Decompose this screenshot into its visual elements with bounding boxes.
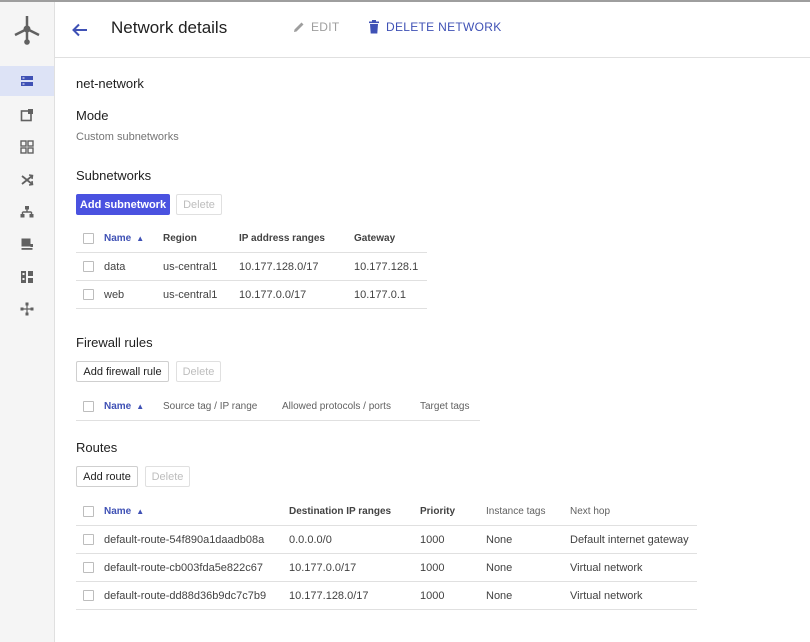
subnet-name[interactable]: data [104, 253, 125, 281]
column-header-next-hop: Next hop [570, 506, 611, 517]
column-header-name[interactable]: Name ▲ [104, 393, 144, 421]
column-header-name[interactable]: Name ▲ [104, 225, 144, 253]
column-header-region: Region [163, 233, 197, 244]
network-name: net-network [76, 76, 144, 91]
sidebar-item-cloud-dns[interactable] [0, 262, 54, 292]
edit-button[interactable]: EDIT [292, 20, 340, 34]
route-instance-tags: None [486, 534, 513, 546]
route-name[interactable]: default-route-dd88d36b9dc7c7b9 [104, 582, 266, 610]
column-header-destination: Destination IP ranges [289, 506, 392, 517]
subnet-gateway: 10.177.128.1 [354, 261, 419, 273]
route-destination: 0.0.0.0/0 [289, 534, 332, 546]
route-next-hop: Default internet gateway [570, 534, 689, 546]
sidebar-item-load-balancing[interactable] [0, 197, 54, 227]
firewall-heading: Firewall rules [76, 335, 153, 350]
route-priority: 1000 [420, 534, 445, 546]
delete-network-button[interactable]: DELETE NETWORK [368, 20, 502, 34]
add-subnetwork-button[interactable]: Add subnetwork [76, 194, 170, 215]
route-destination: 10.177.128.0/17 [289, 590, 369, 602]
column-header-source: Source tag / IP range [163, 401, 258, 412]
trash-icon [369, 20, 379, 34]
routes-heading: Routes [76, 440, 118, 455]
subnet-gateway: 10.177.0.1 [354, 289, 406, 301]
pencil-icon [294, 22, 304, 32]
cloud-dns-icon [21, 271, 33, 283]
interconnect-icon [20, 302, 34, 316]
table-row: web us-central1 10.177.0.0/17 10.177.0.1 [76, 281, 427, 309]
table-header-row: Name ▲ Source tag / IP range Allowed prot… [76, 393, 480, 421]
table-row: default-route-dd88d36b9dc7c7b9 10.177.12… [76, 582, 697, 610]
sort-ascending-icon: ▲ [136, 234, 145, 243]
table-header-row: Name ▲ Region IP address ranges Gateway [76, 225, 427, 253]
sidebar-item-vpn[interactable] [0, 229, 54, 259]
page-header: Network details EDIT DELETE NETWORK [55, 2, 810, 58]
subnet-region: us-central1 [163, 261, 218, 273]
route-priority: 1000 [420, 590, 445, 602]
mode-value: Custom subnetworks [76, 131, 179, 143]
select-all-checkbox[interactable] [83, 401, 94, 412]
table-row: default-route-54f890a1daadb08a 0.0.0.0/0… [76, 526, 697, 554]
route-instance-tags: None [486, 562, 513, 574]
select-all-checkbox[interactable] [83, 506, 94, 517]
sort-ascending-icon: ▲ [136, 507, 145, 516]
column-header-name[interactable]: Name ▲ [104, 498, 144, 526]
back-arrow-icon[interactable] [69, 19, 91, 41]
row-checkbox[interactable] [83, 289, 94, 300]
vpn-icon [21, 238, 33, 250]
column-header-priority: Priority [420, 506, 456, 517]
delete-firewall-rule-button[interactable]: Delete [176, 361, 221, 382]
sidebar-item-firewall[interactable] [0, 132, 54, 162]
delete-route-button[interactable]: Delete [145, 466, 190, 487]
route-destination: 10.177.0.0/17 [289, 562, 357, 574]
table-header-row: Name ▲ Destination IP ranges Priority Ins… [76, 498, 697, 526]
row-checkbox[interactable] [83, 590, 94, 601]
add-route-button[interactable]: Add route [76, 466, 138, 487]
sidebar-item-external-ip[interactable] [0, 100, 54, 130]
column-header-instance-tags: Instance tags [486, 506, 546, 517]
row-checkbox[interactable] [83, 534, 94, 545]
column-header-target-tags: Target tags [420, 401, 470, 412]
sidebar-item-networks[interactable] [0, 66, 54, 96]
load-balancing-icon [20, 206, 34, 218]
page-title: Network details [111, 18, 228, 37]
external-ip-icon [20, 109, 33, 122]
subnet-name[interactable]: web [104, 281, 124, 309]
row-checkbox[interactable] [83, 562, 94, 573]
route-priority: 1000 [420, 562, 445, 574]
delete-subnetwork-button[interactable]: Delete [176, 194, 222, 215]
mode-heading: Mode [76, 108, 109, 123]
firewall-icon [20, 140, 34, 154]
row-checkbox[interactable] [83, 261, 94, 272]
route-name[interactable]: default-route-cb003fda5e822c67 [104, 554, 263, 582]
column-header-ip-ranges: IP address ranges [239, 233, 325, 244]
route-next-hop: Virtual network [570, 562, 643, 574]
subnet-ip-range: 10.177.128.0/17 [239, 261, 319, 273]
sort-ascending-icon: ▲ [136, 402, 145, 411]
column-header-gateway: Gateway [354, 233, 396, 244]
sidebar-item-routes[interactable] [0, 165, 54, 195]
table-row: default-route-cb003fda5e822c67 10.177.0.… [76, 554, 697, 582]
route-name[interactable]: default-route-54f890a1daadb08a [104, 526, 264, 554]
subnetworks-heading: Subnetworks [76, 168, 152, 183]
select-all-checkbox[interactable] [83, 233, 94, 244]
column-header-protocols: Allowed protocols / ports [282, 401, 391, 412]
edit-label: EDIT [311, 20, 340, 34]
sidebar [0, 2, 55, 642]
table-row: data us-central1 10.177.128.0/17 10.177.… [76, 253, 427, 281]
route-next-hop: Virtual network [570, 590, 643, 602]
delete-network-label: DELETE NETWORK [386, 20, 502, 34]
sidebar-item-interconnect[interactable] [0, 294, 54, 324]
subnet-region: us-central1 [163, 289, 218, 301]
route-instance-tags: None [486, 590, 513, 602]
networks-icon [21, 76, 33, 86]
routes-icon [21, 174, 34, 186]
subnet-ip-range: 10.177.0.0/17 [239, 289, 307, 301]
networking-logo-icon[interactable] [10, 12, 44, 46]
add-firewall-rule-button[interactable]: Add firewall rule [76, 361, 169, 382]
